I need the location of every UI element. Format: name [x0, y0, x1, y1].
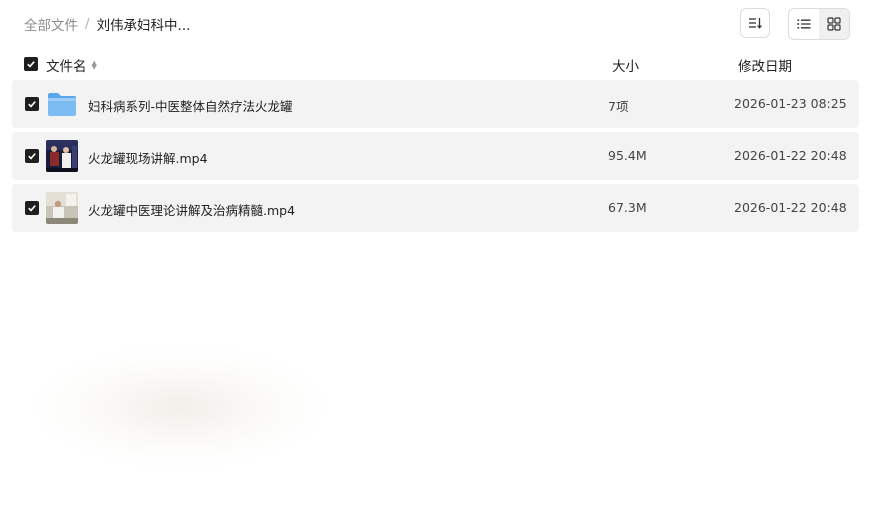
file-date: 2026-01-22 20:48: [734, 200, 847, 215]
breadcrumb: 全部文件 / 刘伟承妇科中...: [24, 14, 190, 34]
name-column-label: 文件名: [46, 59, 87, 75]
file-size: 95.4M: [608, 148, 647, 163]
check-icon: [28, 153, 36, 160]
file-browser: 全部文件 / 刘伟承妇科中... 文件名 ▲ ▼ 大小 修改日期 妇科病系列-中…: [0, 0, 874, 514]
file-name[interactable]: 妇科病系列-中医整体自然疗法火龙罐: [88, 96, 293, 115]
file-name[interactable]: 火龙罐现场讲解.mp4: [88, 148, 208, 167]
breadcrumb-root-link[interactable]: 全部文件: [24, 14, 78, 34]
table-row[interactable]: 妇科病系列-中医整体自然疗法火龙罐 7项 2026-01-23 08:25: [12, 80, 859, 128]
grid-view-button[interactable]: [819, 9, 849, 39]
file-size: 7项: [608, 99, 629, 114]
file-name[interactable]: 火龙罐中医理论讲解及治病精髓.mp4: [88, 200, 295, 219]
select-all-checkbox[interactable]: [24, 57, 38, 71]
table-row[interactable]: 火龙罐现场讲解.mp4 95.4M 2026-01-22 20:48: [12, 132, 859, 180]
table-header: 文件名 ▲ ▼ 大小 修改日期: [0, 52, 874, 76]
check-icon: [27, 61, 35, 68]
file-size: 67.3M: [608, 200, 647, 215]
breadcrumb-separator: /: [85, 16, 90, 32]
table-row[interactable]: 火龙罐中医理论讲解及治病精髓.mp4 67.3M 2026-01-22 20:4…: [12, 184, 859, 232]
list-view-icon: [797, 19, 811, 29]
name-column-header[interactable]: 文件名 ▲ ▼: [46, 55, 97, 75]
check-icon: [28, 205, 36, 212]
view-toggle: [788, 8, 850, 40]
sort-arrows-icon: ▲ ▼: [91, 59, 97, 71]
row-checkbox[interactable]: [25, 97, 39, 111]
size-column-header[interactable]: 大小: [612, 55, 639, 75]
sort-button[interactable]: [740, 8, 770, 38]
background-smudge: [40, 352, 320, 462]
list-view-button[interactable]: [789, 9, 819, 39]
sort-icon: [749, 18, 762, 29]
video-thumbnail: [46, 140, 78, 172]
video-thumbnail: [46, 192, 78, 224]
row-checkbox[interactable]: [25, 201, 39, 215]
folder-icon: [48, 93, 76, 116]
row-checkbox[interactable]: [25, 149, 39, 163]
check-icon: [28, 101, 36, 108]
date-column-header[interactable]: 修改日期: [738, 55, 792, 75]
breadcrumb-current: 刘伟承妇科中...: [96, 18, 191, 34]
file-date: 2026-01-23 08:25: [734, 96, 847, 111]
file-date: 2026-01-22 20:48: [734, 148, 847, 163]
grid-view-icon: [827, 17, 841, 31]
